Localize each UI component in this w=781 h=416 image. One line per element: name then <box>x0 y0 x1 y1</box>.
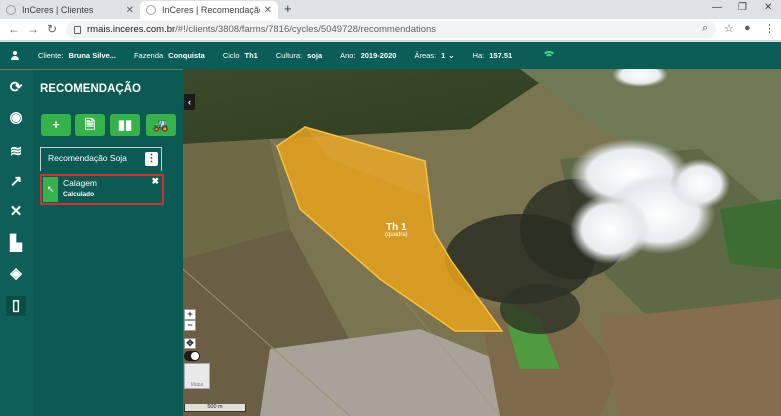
tab-title: InCeres | Recomendação <box>162 5 260 15</box>
menu-icon[interactable]: ⋮ <box>764 22 775 35</box>
ha-label: Ha: <box>472 51 485 60</box>
document-button[interactable]: 🗎 <box>75 114 105 136</box>
year-value[interactable]: 2019-2020 <box>361 51 397 60</box>
url-host: rmais.inceres.com.br <box>87 24 176 35</box>
zoom-out-button[interactable]: − <box>184 320 196 331</box>
item-name: Calagem <box>63 178 98 188</box>
browser-tab-strip: InCeres | Clientes ✕ InCeres | Recomenda… <box>0 0 781 19</box>
recommendation-group-header[interactable]: Recomendação Soja ⋮ <box>40 147 162 171</box>
add-button[interactable]: + <box>41 114 71 136</box>
url-input[interactable]: rmais.inceres.com.br/#!/clients/3808/far… <box>66 21 716 38</box>
cycle-label: Ciclo <box>222 51 240 60</box>
farm-label: Fazenda <box>133 51 164 60</box>
new-tab-icon[interactable]: + <box>284 1 292 16</box>
field-label: Th 1 (quadra) <box>385 222 408 238</box>
left-icon-rail: ⟳ ◉ ≋ ↗ ✕ ▙ ◈ ▯ <box>0 70 33 416</box>
recommendation-panel: RECOMENDAÇÃO + 🗎 ▮▮ 🚜 Recomendação Soja … <box>33 70 183 416</box>
lock-icon <box>74 25 81 34</box>
url-path: /#!/clients/3808/farms/7816/cycles/50497… <box>175 24 437 35</box>
fullscreen-icon[interactable]: ✥ <box>184 338 196 349</box>
client-value[interactable]: Bruna Silve... <box>68 51 116 60</box>
scale-bar: 500 m <box>184 404 246 412</box>
plus-icon: + <box>52 117 60 132</box>
browser-tab-clientes[interactable]: InCeres | Clientes ✕ <box>0 1 140 19</box>
areas-label: Áreas: <box>414 51 437 60</box>
layers-icon[interactable]: ◈ <box>6 264 26 284</box>
logo-icon[interactable]: ⟳ <box>6 78 26 98</box>
client-label: Cliente: <box>38 51 64 60</box>
tractor-icon: 🚜 <box>152 117 170 132</box>
chevron-down-icon[interactable]: ⌄ <box>448 51 454 60</box>
farm-value[interactable]: Conquista <box>168 51 205 60</box>
item-status: Calculado <box>63 191 95 198</box>
search-icon[interactable]: ⌕ <box>702 22 708 35</box>
scale-label: 500 m <box>207 404 223 410</box>
tab-favicon-icon <box>6 5 16 15</box>
back-icon[interactable]: ← <box>8 22 20 36</box>
culture-label: Cultura: <box>275 51 303 60</box>
kebab-menu-icon[interactable]: ⋮ <box>145 152 158 166</box>
forward-icon[interactable]: → <box>27 22 39 36</box>
culture-value[interactable]: soja <box>307 51 322 60</box>
tools-icon[interactable]: ✕ <box>6 202 26 222</box>
chart-icon[interactable]: ↗ <box>6 172 26 192</box>
close-tab-icon[interactable]: ✕ <box>264 5 272 16</box>
minimize-icon[interactable]: — <box>712 2 722 13</box>
basemap-label: Mapa <box>190 382 204 388</box>
books-button[interactable]: ▮▮ <box>110 114 140 136</box>
panel-title: RECOMENDAÇÃO <box>40 83 141 95</box>
tab-favicon-icon <box>146 5 156 15</box>
collapse-panel-button[interactable]: ‹ <box>184 94 195 110</box>
close-tab-icon[interactable]: ✕ <box>126 5 134 16</box>
field-subtitle: (quadra) <box>385 232 408 238</box>
tractor-button[interactable]: 🚜 <box>146 114 176 136</box>
document-icon: 🗎 <box>84 117 96 132</box>
year-label: Ano: <box>340 51 356 60</box>
zoom-in-button[interactable]: + <box>184 309 196 320</box>
cycle-value[interactable]: Th1 <box>245 51 258 60</box>
edit-arrow-icon[interactable]: ↖ <box>43 177 58 202</box>
books-icon: ▮▮ <box>117 117 133 132</box>
recommendation-icon[interactable]: ▯ <box>6 296 26 316</box>
recommendation-group-title: Recomendação Soja <box>48 153 127 163</box>
basemap-switcher[interactable]: Mapa <box>184 363 210 389</box>
globe-icon[interactable]: ◉ <box>6 108 26 128</box>
tab-title: InCeres | Clientes <box>22 5 94 15</box>
reload-icon[interactable]: ↻ <box>47 22 57 36</box>
app-header: Cliente: Bruna Silve... Fazenda Conquist… <box>0 42 781 69</box>
address-bar: ← → ↻ rmais.inceres.com.br/#!/clients/38… <box>0 19 781 41</box>
recommendation-item[interactable]: ↖ Calagem Calculado ✖ <box>40 174 164 205</box>
farm-icon[interactable]: ≋ <box>6 142 26 162</box>
maximize-icon[interactable]: ❐ <box>738 2 747 13</box>
layer-toggle[interactable] <box>184 351 200 361</box>
profile-icon[interactable]: ● <box>744 22 751 34</box>
machine-icon[interactable]: ▙ <box>6 234 26 254</box>
ha-value: 157.51 <box>489 51 513 60</box>
user-icon[interactable] <box>10 50 20 61</box>
wifi-icon <box>542 50 557 61</box>
bookmark-star-icon[interactable]: ☆ <box>724 22 734 35</box>
areas-value[interactable]: 1 <box>441 51 445 60</box>
browser-tab-recomendacao[interactable]: InCeres | Recomendação ✕ <box>140 1 278 19</box>
close-icon[interactable]: ✖ <box>151 176 159 187</box>
window-close-icon[interactable]: ✕ <box>764 2 772 13</box>
